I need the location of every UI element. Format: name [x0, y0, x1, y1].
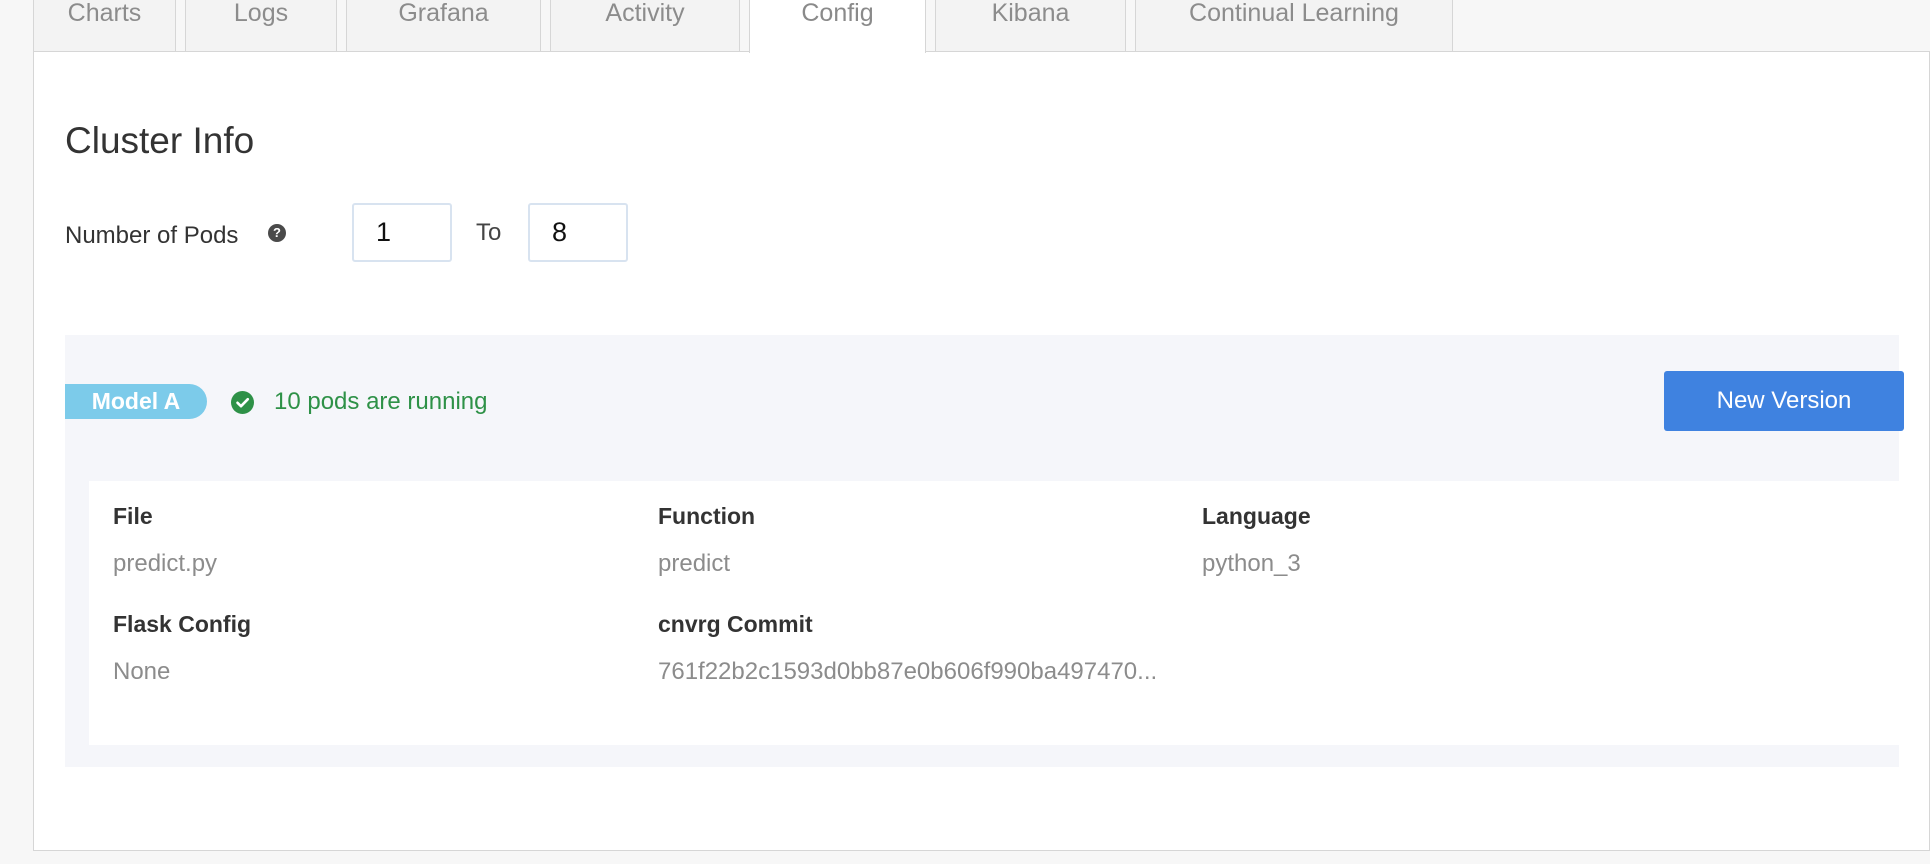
max-pods-input[interactable] — [528, 203, 628, 262]
flask-config-label: Flask Config — [113, 611, 252, 637]
number-of-pods-label: Number of Pods — [65, 222, 239, 249]
tab-config[interactable]: Config — [749, 0, 926, 53]
cnvrg-commit-value: 761f22b2c1593d0bb87e0b606f990ba497470... — [658, 658, 1158, 685]
model-details-card: File predict.py Function predict Languag… — [89, 481, 1905, 745]
language-field: Language python_3 — [1202, 503, 1311, 578]
flask-config-value: None — [113, 658, 171, 685]
tab-grafana[interactable]: Grafana — [346, 0, 541, 51]
function-field: Function predict — [658, 503, 755, 578]
flask-config-field: Flask Config None — [113, 611, 251, 686]
question-circle-icon[interactable]: ? — [268, 224, 286, 242]
min-pods-input[interactable] — [352, 203, 452, 262]
model-section: Model A 10 pods are running New Version … — [65, 335, 1905, 767]
pods-status-text: 10 pods are running — [274, 388, 488, 415]
file-value: predict.py — [113, 550, 218, 577]
cnvrg-commit-label: cnvrg Commit — [658, 611, 813, 637]
cnvrg-commit-field: cnvrg Commit 761f22b2c1593d0bb87e0b606f9… — [658, 611, 1157, 686]
tab-continual-learning[interactable]: Continual Learning — [1135, 0, 1453, 51]
function-value: predict — [658, 550, 731, 577]
language-value: python_3 — [1202, 550, 1301, 577]
page-title: Cluster Info — [65, 120, 255, 161]
file-field: File predict.py — [113, 503, 217, 578]
check-circle-icon — [231, 391, 254, 414]
tab-logs[interactable]: Logs — [185, 0, 337, 51]
tab-activity[interactable]: Activity — [550, 0, 740, 51]
page-root: Charts Logs Grafana Activity Config Kiba… — [0, 0, 1930, 864]
file-label: File — [113, 503, 153, 529]
new-version-button[interactable]: New Version — [1664, 371, 1904, 431]
function-label: Function — [658, 503, 756, 529]
tab-bar: Charts Logs Grafana Activity Config Kiba… — [33, 0, 1462, 53]
tab-kibana[interactable]: Kibana — [935, 0, 1126, 51]
to-label: To — [476, 219, 502, 246]
tab-charts[interactable]: Charts — [33, 0, 176, 51]
model-badge: Model A — [65, 384, 207, 419]
config-panel: Cluster Info Number of Pods ? To Model A… — [33, 51, 1930, 851]
language-label: Language — [1202, 503, 1311, 529]
